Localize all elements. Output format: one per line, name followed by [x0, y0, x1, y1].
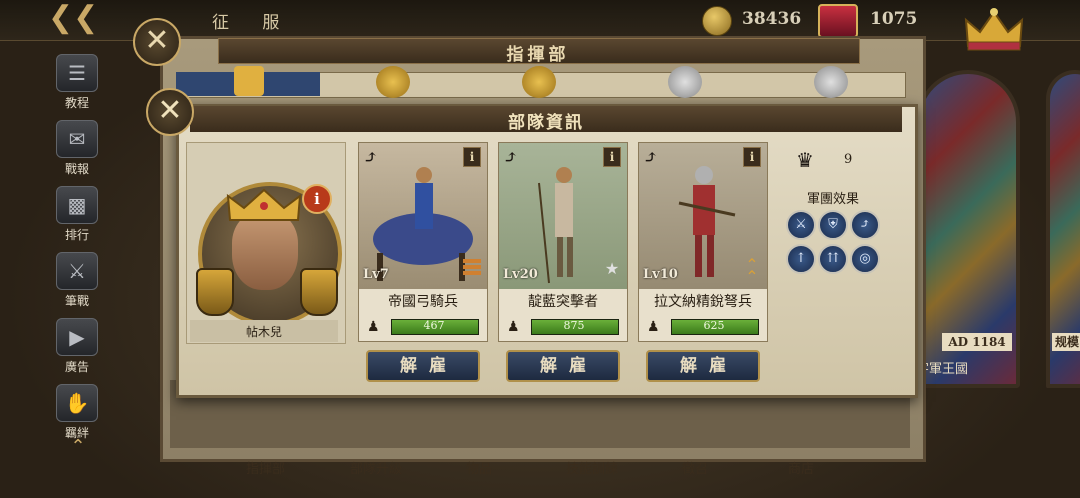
army-effects-title: 軍團效果	[806, 192, 859, 207]
glass-label-2: 规模	[1052, 333, 1080, 351]
info-icon[interactable]: i	[743, 147, 761, 167]
crown-icon	[226, 188, 302, 221]
nav-label: 戰報	[64, 162, 89, 176]
info-icon[interactable]: i	[302, 184, 332, 214]
command-title: 指揮部	[506, 45, 570, 65]
troop-card[interactable]: ⤴ i Lv10 ⌃ ⌃ 拉文納精銳弩兵 ♟ 625	[638, 142, 768, 342]
sword-effect-icon[interactable]: ⚔	[786, 210, 816, 240]
troop-card[interactable]: ⤴ i Lv20 ★ 靛藍突擊者 ♟ 875	[498, 142, 628, 342]
left-nav: ☰ 教程 ✉ 戰報 ▩ 排行 ⚔ 筆戰 ▶ 廣告 ✋ 羈絆	[50, 46, 104, 466]
chevron-up-icon[interactable]: ⌃	[64, 436, 92, 462]
bow-icon: ⤴	[503, 147, 519, 168]
close-icon[interactable]: ✕	[146, 88, 194, 136]
tab-shop[interactable]: 商店	[788, 458, 814, 477]
dismiss-button[interactable]: 解雇	[366, 350, 480, 382]
nav-item-ranking[interactable]: ▩ 排行	[50, 186, 104, 248]
shield-effect-icon[interactable]: ⛨	[818, 210, 848, 240]
tab-recruit[interactable]: 徵召	[682, 458, 708, 477]
bow-effect-icon[interactable]: ⤴	[850, 210, 880, 240]
gold-coin-icon	[702, 6, 732, 36]
tab-items[interactable]: 物品	[466, 458, 492, 477]
nav-label: 廣告	[64, 360, 89, 374]
troop-count: 467	[423, 319, 445, 332]
bow-icon: ⤴	[363, 147, 379, 168]
nav-item-ads[interactable]: ▶ 廣告	[50, 318, 104, 380]
troop-count: 625	[703, 319, 725, 332]
soldiers-icon: ♟	[367, 319, 380, 335]
close-icon[interactable]: ✕	[133, 18, 181, 66]
troop-level: Lv10	[643, 267, 678, 282]
troop-level: Lv7	[363, 267, 389, 282]
back-arrow-icon[interactable]: ❮❮	[48, 3, 98, 33]
troop-name: 拉文納精銳弩兵	[654, 294, 752, 310]
crown-badge-icon	[300, 268, 338, 316]
info-icon[interactable]: i	[603, 147, 621, 167]
gauntlet-icon: ✋	[56, 384, 98, 422]
scroll-icon: ✉	[56, 120, 98, 158]
video-icon: ▶	[56, 318, 98, 356]
glass-year: AD 1184	[942, 333, 1012, 351]
nav-item-tutorial[interactable]: ☰ 教程	[50, 54, 104, 116]
army-count: 9	[844, 152, 853, 167]
nav-label: 排行	[64, 228, 89, 242]
troop-name: 帝國弓騎兵	[388, 294, 458, 310]
nav-label: 教程	[64, 96, 89, 110]
tab-skills[interactable]: 技能訓練	[566, 458, 618, 477]
page-title: 征 服	[212, 13, 294, 33]
grid-icon[interactable]	[234, 66, 264, 96]
dismiss-button[interactable]: 解雇	[646, 350, 760, 382]
nav-item-reports[interactable]: ✉ 戰報	[50, 120, 104, 182]
tab-upgrade[interactable]: 部隊升級	[350, 458, 402, 477]
gem-amount: 1075	[870, 9, 918, 29]
general-face	[232, 212, 298, 290]
gem-chest-icon[interactable]	[818, 4, 858, 38]
nav-label: 筆戰	[64, 294, 89, 308]
info-icon[interactable]: i	[463, 147, 481, 167]
dismiss-button[interactable]: 解雇	[506, 350, 620, 382]
swords-icon: ⚔	[56, 252, 98, 290]
troop-level: Lv20	[503, 267, 538, 282]
chess-king-badge-icon	[196, 268, 234, 316]
ranking-icon: ▩	[56, 186, 98, 224]
laurel-helmet-icon[interactable]	[376, 66, 410, 98]
soldiers-icon: ♟	[507, 319, 520, 335]
nav-item-battle[interactable]: ⚔ 筆戰	[50, 252, 104, 314]
book-icon: ☰	[56, 54, 98, 92]
modal-title: 部隊資訊	[508, 113, 584, 133]
gold-amount: 38436	[742, 9, 802, 29]
boot-icon: ♛	[796, 148, 814, 172]
multi-arrow-effect-icon[interactable]: ⇈	[818, 244, 848, 274]
soldiers-icon: ♟	[647, 319, 660, 335]
silver-helmet-icon[interactable]	[668, 66, 702, 98]
general-name: 帖木兒	[245, 325, 282, 339]
troop-card[interactable]: ⤴ i Lv7 帝國弓騎兵 ♟ 467	[358, 142, 488, 342]
silver-helmet-icon[interactable]	[814, 66, 848, 98]
troop-count: 875	[563, 319, 585, 332]
bronze-rank-icon	[463, 259, 481, 277]
crossbow-icon: ⤴	[643, 147, 659, 168]
silver-star-icon: ★	[604, 259, 620, 278]
spear-effect-icon[interactable]: ↑	[786, 244, 816, 274]
crown-icon[interactable]	[962, 6, 1026, 52]
target-effect-icon[interactable]: ◎	[850, 244, 880, 274]
tab-command[interactable]: 指揮部	[246, 458, 285, 477]
troop-name: 靛藍突擊者	[528, 294, 598, 310]
gold-helmet-icon[interactable]	[522, 66, 556, 98]
command-bottom-tabs: 指揮部 部隊升級 物品 技能訓練 徵召 商店	[160, 454, 920, 478]
gold-chevron-icon: ⌃ ⌃	[745, 255, 759, 286]
